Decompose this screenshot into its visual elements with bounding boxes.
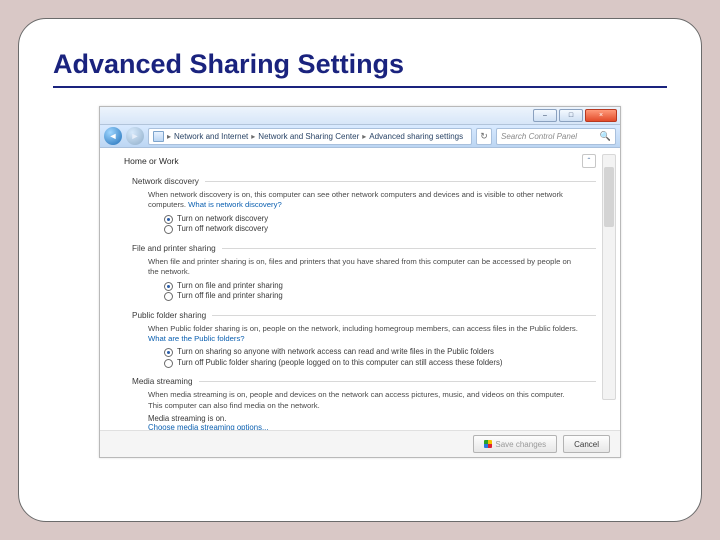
search-input[interactable]: Search Control Panel 🔍	[496, 128, 616, 145]
section-file-printer-sharing: File and printer sharing When file and p…	[132, 244, 596, 304]
window-titlebar: – □ ×	[100, 107, 620, 125]
refresh-button[interactable]: ↻	[476, 128, 492, 145]
breadcrumb-seg-advanced-sharing[interactable]: Advanced sharing settings	[369, 132, 463, 141]
radio-turn-on-network-discovery[interactable]: Turn on network discovery	[164, 214, 564, 225]
radio-turn-on-public-sharing[interactable]: Turn on sharing so anyone with network a…	[164, 347, 564, 358]
section-title: Network discovery	[132, 177, 199, 186]
nav-back-button[interactable]: ◄	[104, 127, 122, 145]
radio-turn-on-file-printer[interactable]: Turn on file and printer sharing	[164, 281, 564, 292]
control-panel-icon	[153, 131, 164, 142]
close-button[interactable]: ×	[585, 109, 617, 122]
minimize-button[interactable]: –	[533, 109, 557, 122]
section-title: Media streaming	[132, 377, 193, 386]
chevron-up-icon[interactable]: ˆ	[582, 154, 596, 168]
profile-header[interactable]: Home or Work ˆ	[124, 154, 596, 168]
radio-turn-off-file-printer[interactable]: Turn off file and printer sharing	[164, 291, 564, 302]
breadcrumb-seg-network-internet[interactable]: Network and Internet	[174, 132, 248, 141]
section-media-streaming: Media streaming When media streaming is …	[132, 377, 596, 430]
title-underline	[53, 86, 667, 88]
maximize-button[interactable]: □	[559, 109, 583, 122]
scrollbar[interactable]	[602, 154, 616, 400]
search-icon: 🔍	[600, 131, 611, 142]
address-bar[interactable]: ▸ Network and Internet ▸ Network and Sha…	[148, 128, 472, 145]
section-title: File and printer sharing	[132, 244, 216, 253]
radio-turn-off-network-discovery[interactable]: Turn off network discovery	[164, 224, 564, 235]
radio-icon	[164, 225, 173, 234]
section-desc: When Public folder sharing is on, people…	[148, 324, 578, 345]
save-changes-button[interactable]: Save changes	[473, 435, 557, 453]
media-streaming-status: Media streaming is on.	[148, 414, 226, 423]
window-footer: Save changes Cancel	[100, 430, 620, 457]
profile-label: Home or Work	[124, 156, 179, 166]
window-nav-bar: ◄ ► ▸ Network and Internet ▸ Network and…	[100, 125, 620, 148]
section-network-discovery: Network discovery When network discovery…	[132, 177, 596, 237]
radio-icon	[164, 215, 173, 224]
link-media-streaming-options[interactable]: Choose media streaming options...	[148, 423, 268, 430]
radio-icon	[164, 292, 173, 301]
control-panel-window: – □ × ◄ ► ▸ Network and Internet ▸ Netwo…	[99, 106, 621, 458]
breadcrumb-seg-sharing-center[interactable]: Network and Sharing Center	[258, 132, 359, 141]
breadcrumb-sep-icon: ▸	[167, 132, 171, 141]
scrollbar-thumb[interactable]	[604, 167, 614, 227]
cancel-button[interactable]: Cancel	[563, 435, 610, 453]
section-public-folder-sharing: Public folder sharing When Public folder…	[132, 311, 596, 371]
uac-shield-icon	[484, 440, 492, 448]
radio-icon	[164, 282, 173, 291]
section-desc: When file and printer sharing is on, fil…	[148, 257, 578, 278]
window-body: Home or Work ˆ Network discovery When ne…	[100, 148, 620, 430]
section-desc: When network discovery is on, this compu…	[148, 190, 578, 211]
link-what-is-network-discovery[interactable]: What is network discovery?	[188, 200, 282, 209]
radio-icon	[164, 359, 173, 368]
nav-forward-button[interactable]: ►	[126, 127, 144, 145]
section-title: Public folder sharing	[132, 311, 206, 320]
breadcrumb-sep-icon: ▸	[362, 132, 366, 141]
link-public-folders[interactable]: What are the Public folders?	[148, 334, 245, 343]
radio-icon	[164, 348, 173, 357]
search-placeholder: Search Control Panel	[501, 132, 577, 141]
slide-title: Advanced Sharing Settings	[53, 49, 667, 80]
section-desc: When media streaming is on, people and d…	[148, 390, 578, 411]
radio-turn-off-public-sharing[interactable]: Turn off Public folder sharing (people l…	[164, 358, 564, 369]
breadcrumb-sep-icon: ▸	[251, 132, 255, 141]
